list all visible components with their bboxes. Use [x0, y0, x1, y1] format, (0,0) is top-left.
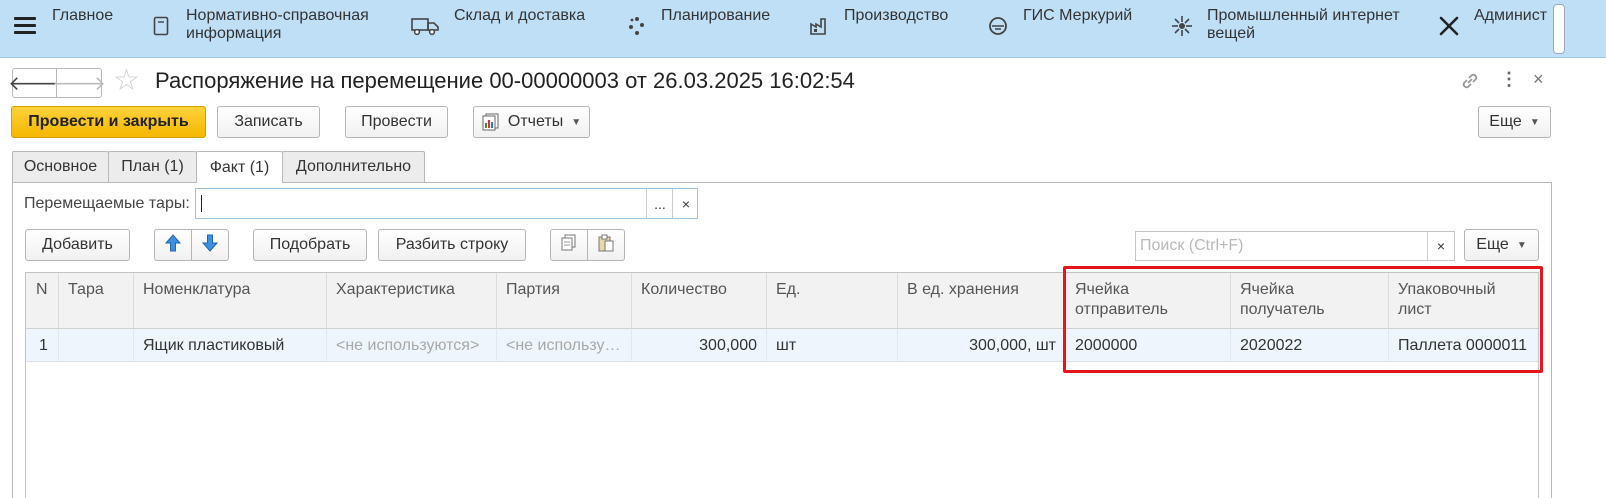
tab-main[interactable]: Основное: [12, 151, 109, 182]
favorite-star-icon[interactable]: ☆: [113, 63, 140, 98]
link-icon[interactable]: [1459, 70, 1481, 97]
text-cursor: [201, 195, 202, 212]
back-button[interactable]: 🡐: [8, 68, 62, 98]
tab-additional[interactable]: Дополнительно: [282, 151, 425, 182]
table-cell-nomenclature[interactable]: Ящик пластиковый: [134, 329, 327, 362]
search-input[interactable]: Поиск (Ctrl+F) ×: [1135, 231, 1455, 261]
pick-button[interactable]: Подобрать: [253, 229, 367, 261]
column-header-unit[interactable]: Ед.: [767, 273, 898, 329]
caret-down-icon: ▼: [1516, 239, 1527, 251]
select-button[interactable]: ...: [646, 189, 673, 218]
nav-item-main[interactable]: Главное: [52, 7, 113, 51]
nav-item-planning[interactable]: Планирование: [625, 7, 770, 51]
post-button[interactable]: Провести: [345, 106, 448, 138]
reports-label: Отчеты: [507, 113, 564, 130]
caret-down-icon: ▼: [1529, 116, 1540, 128]
column-header-storage-units[interactable]: В ед. хранения: [898, 273, 1066, 329]
close-icon[interactable]: ×: [1533, 69, 1544, 90]
column-header-container[interactable]: Тара: [59, 273, 134, 329]
copy-button[interactable]: [550, 229, 588, 261]
arrow-right-icon: 🡒: [52, 72, 106, 95]
copy-icon: [560, 234, 578, 257]
nav-item-warehouse[interactable]: Склад и доставка: [410, 7, 585, 51]
table-cell-storage-units[interactable]: 300,000, шт: [898, 329, 1066, 362]
column-header-quantity[interactable]: Количество: [632, 273, 767, 329]
nav-item-mercury[interactable]: ГИС Меркурий: [987, 7, 1132, 51]
table-cell-characteristic[interactable]: <не используются>: [327, 329, 497, 362]
add-button[interactable]: Добавить: [25, 229, 130, 261]
table-cell-unit[interactable]: шт: [767, 329, 898, 362]
table-cell-quantity[interactable]: 300,000: [632, 329, 767, 362]
section-panel: Главное Нормативно-справочная информация…: [0, 0, 1606, 58]
nav-item-label: ГИС Меркурий: [1023, 7, 1133, 24]
reports-button[interactable]: Отчеты ▼: [473, 106, 590, 138]
dots-icon: [625, 15, 647, 37]
table-cell-container[interactable]: [59, 329, 134, 362]
save-button[interactable]: Записать: [217, 106, 320, 138]
report-icon: [482, 113, 500, 131]
nav-item-label: Главное: [52, 7, 114, 24]
containers-label: Перемещаемые тары:: [24, 195, 190, 212]
nav-item-label: Планирование: [661, 7, 771, 24]
mercury-icon: [987, 15, 1009, 37]
nav-item-label: Производство: [844, 7, 949, 24]
paste-icon: [597, 234, 615, 257]
forward-button[interactable]: 🡒: [52, 68, 106, 98]
book-icon: [150, 15, 172, 37]
menu-icon[interactable]: [14, 17, 36, 35]
factory-icon: [808, 15, 830, 37]
move-up-button[interactable]: [154, 229, 192, 261]
tab-plan[interactable]: План (1): [108, 151, 197, 182]
more-vertical-icon[interactable]: ⋮: [1500, 69, 1518, 90]
tab-fact[interactable]: Факт (1): [196, 151, 283, 183]
arrow-up-icon: [164, 233, 182, 257]
search-placeholder: Поиск (Ctrl+F): [1140, 237, 1244, 254]
nav-item-production[interactable]: Производство: [808, 7, 948, 51]
column-header-characteristic[interactable]: Характеристика: [327, 273, 497, 329]
move-down-button[interactable]: [191, 229, 229, 261]
column-header-n[interactable]: N: [26, 273, 59, 329]
column-header-nomenclature[interactable]: Номенклатура: [134, 273, 327, 329]
table-cell-n[interactable]: 1: [26, 329, 59, 362]
containers-input[interactable]: ... ×: [195, 188, 698, 219]
post-and-close-button[interactable]: Провести и закрыть: [11, 106, 206, 138]
nav-item-label: Промышленный интернет вещей: [1207, 7, 1400, 42]
paste-button[interactable]: [587, 229, 625, 261]
truck-icon: [410, 15, 440, 37]
caret-down-icon: ▼: [571, 116, 582, 128]
clear-icon[interactable]: ×: [1427, 232, 1454, 260]
nav-item-iot[interactable]: Промышленный интернет вещей: [1171, 7, 1400, 51]
tools-icon: [1438, 15, 1460, 37]
nav-item-reference-info[interactable]: Нормативно-справочная информация: [150, 7, 369, 51]
highlight-box: [1063, 266, 1543, 373]
page-title: Распоряжение на перемещение 00-00000003 …: [155, 68, 855, 93]
more-label: Еще: [1489, 113, 1522, 130]
iot-icon: [1171, 15, 1193, 37]
table-cell-batch[interactable]: <не используются>: [497, 329, 632, 362]
clear-icon[interactable]: ×: [672, 189, 699, 218]
nav-scrollbar[interactable]: [1553, 4, 1565, 54]
nav-item-label: Нормативно-справочная информация: [186, 7, 369, 42]
nav-item-admin[interactable]: Админист: [1438, 7, 1548, 51]
split-row-button[interactable]: Разбить строку: [378, 229, 526, 261]
nav-item-label: Админист: [1474, 7, 1548, 24]
arrow-down-icon: [201, 234, 219, 257]
more-button[interactable]: Еще ▼: [1478, 106, 1551, 138]
table-more-button[interactable]: Еще ▼: [1464, 229, 1539, 261]
column-header-batch[interactable]: Партия: [497, 273, 632, 329]
more-label: Еще: [1476, 236, 1509, 253]
nav-item-label: Склад и доставка: [454, 7, 586, 24]
